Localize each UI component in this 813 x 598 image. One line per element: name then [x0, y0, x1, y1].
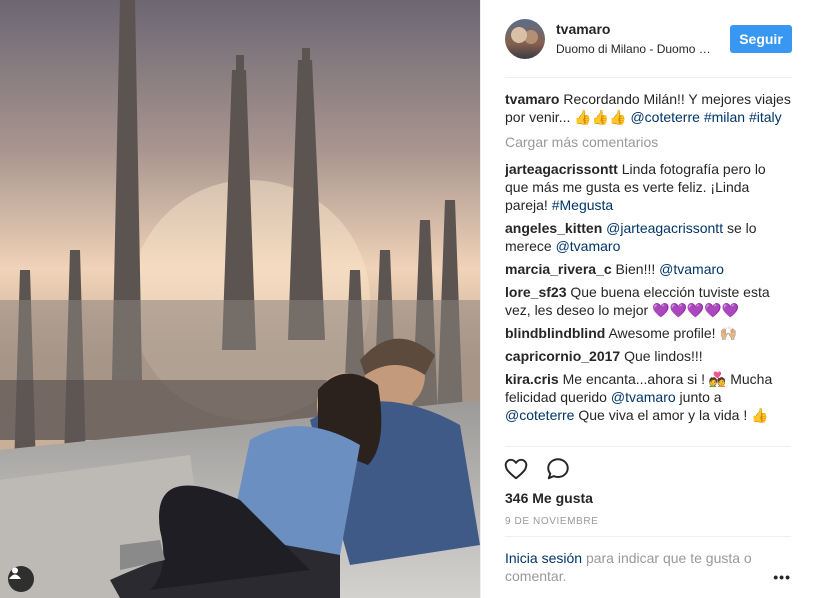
- comment-username[interactable]: angeles_kitten: [505, 220, 602, 236]
- list-item: capricornio_2017 Que lindos!!!: [505, 347, 792, 365]
- user-tag-icon[interactable]: [8, 566, 34, 592]
- comment-username[interactable]: kira.cris: [505, 371, 559, 387]
- avatar[interactable]: [505, 18, 545, 59]
- post-side-panel: tvamaro Duomo di Milano - Duomo di Milan…: [480, 0, 813, 598]
- header-username[interactable]: tvamaro: [556, 20, 730, 38]
- comment-username[interactable]: lore_sf23: [505, 284, 566, 300]
- comment-text: Que viva el amor y la vida ! 👍: [578, 407, 769, 423]
- comment-mention[interactable]: @coteterre: [505, 407, 574, 423]
- list-item: kira.cris Me encanta...ahora si ! 💑 Much…: [505, 370, 792, 424]
- comment-text: Bien!!!: [615, 261, 656, 277]
- comment-username[interactable]: capricornio_2017: [505, 348, 620, 364]
- instagram-post: tvamaro Duomo di Milano - Duomo di Milan…: [0, 0, 813, 598]
- comments-list[interactable]: tvamaro Recordando Milán!! Y mejores via…: [505, 90, 792, 446]
- comment-text: Awesome profile! 🙌🏼: [608, 325, 737, 341]
- post-date: 9 de noviembre: [505, 516, 599, 527]
- list-item: jarteagacrissontt Linda fotografía pero …: [505, 160, 792, 214]
- comment-username[interactable]: blindblindblind: [505, 325, 605, 341]
- post-header: tvamaro Duomo di Milano - Duomo di Milan…: [481, 0, 813, 78]
- follow-button[interactable]: Seguir: [730, 24, 792, 53]
- comment-username[interactable]: jarteagacrissontt: [505, 161, 618, 177]
- login-prompt: Inicia sesión para indicar que te gusta …: [505, 536, 791, 598]
- comment-mention[interactable]: @jarteagacrissontt: [606, 220, 723, 236]
- comment-text: Que lindos!!!: [624, 348, 703, 364]
- caption-username[interactable]: tvamaro: [505, 91, 559, 107]
- comment-username[interactable]: marcia_rivera_c: [505, 261, 612, 277]
- login-link[interactable]: Inicia sesión: [505, 550, 582, 566]
- list-item: angeles_kitten @jarteagacrissontt se lo …: [505, 219, 792, 255]
- comment-mention[interactable]: @tvamaro: [659, 261, 724, 277]
- header-location[interactable]: Duomo di Milano - Duomo di Milano: [556, 41, 716, 57]
- caption-hashtags[interactable]: #milan #italy: [704, 109, 782, 125]
- comment-icon[interactable]: [545, 456, 571, 482]
- caption: tvamaro Recordando Milán!! Y mejores via…: [505, 90, 792, 126]
- comment-hashtag[interactable]: #Megusta: [552, 197, 613, 213]
- duomo-rooftop-photo: [0, 0, 480, 598]
- post-actions: 346 Me gusta 9 de noviembre: [503, 446, 791, 544]
- likes-count[interactable]: 346 Me gusta: [505, 490, 593, 506]
- comment-mention[interactable]: @tvamaro: [556, 238, 621, 254]
- list-item: marcia_rivera_c Bien!!! @tvamaro: [505, 260, 792, 278]
- list-item: blindblindblind Awesome profile! 🙌🏼: [505, 324, 792, 342]
- more-icon[interactable]: •••: [773, 568, 791, 586]
- list-item: lore_sf23 Que buena elección tuviste est…: [505, 283, 792, 319]
- comment-text: junto a: [679, 389, 722, 405]
- post-photo[interactable]: [0, 0, 480, 598]
- caption-mention[interactable]: @coteterre: [630, 109, 699, 125]
- comment-mention[interactable]: @tvamaro: [611, 389, 676, 405]
- heart-icon[interactable]: [503, 456, 529, 482]
- load-more-comments-button[interactable]: Cargar más comentarios: [505, 133, 792, 151]
